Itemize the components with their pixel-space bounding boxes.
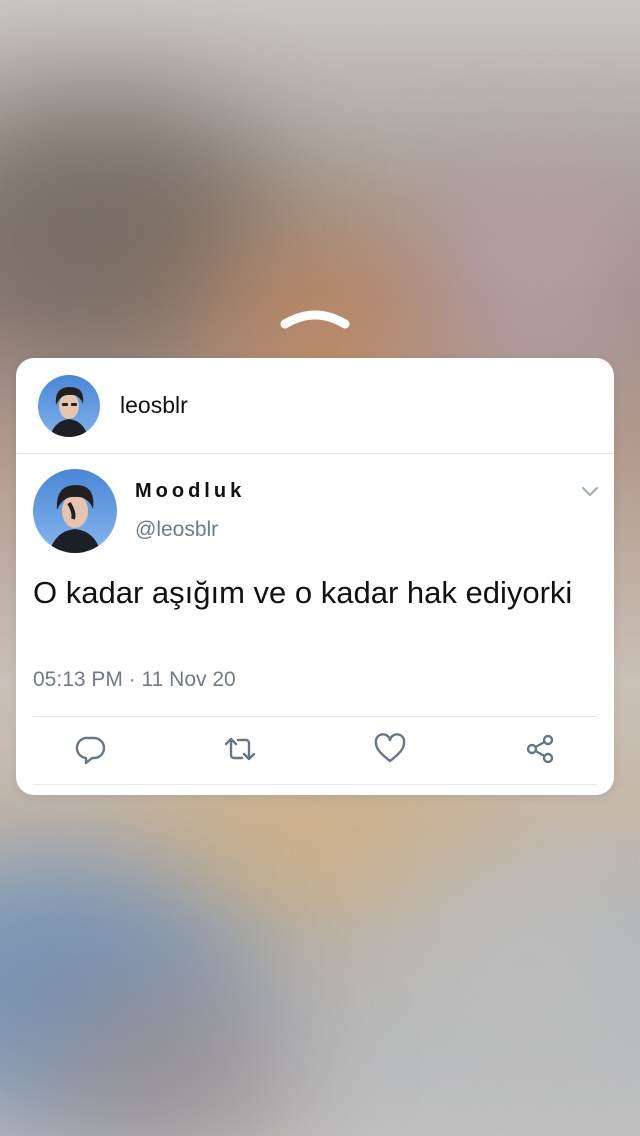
tweet[interactable]: Moodluk @leosblr O kadar aşığım ve o kad… <box>16 454 614 795</box>
divider <box>33 716 597 717</box>
heart-icon <box>374 733 406 763</box>
reply-icon <box>75 736 106 765</box>
peek-preview-card[interactable]: leosblr Moodluk @leosblr O kadar aşığım … <box>16 358 614 795</box>
tweet-timestamp[interactable]: 05:13 PM · 11 Nov 20 <box>33 668 236 692</box>
retweet-icon <box>224 737 256 761</box>
share-button[interactable] <box>520 729 560 769</box>
chevron-down-icon[interactable] <box>580 484 600 498</box>
preview-header: leosblr <box>16 358 614 454</box>
share-icon <box>526 734 554 764</box>
retweet-button[interactable] <box>220 729 260 769</box>
tweet-avatar[interactable] <box>33 469 117 553</box>
tweet-text: O kadar aşığım ve o kadar hak ediyorki <box>33 575 573 610</box>
bottom-divider <box>33 784 597 785</box>
reply-button[interactable] <box>71 729 111 769</box>
user-handle[interactable]: @leosblr <box>135 518 218 542</box>
header-avatar[interactable] <box>38 375 100 437</box>
like-button[interactable] <box>370 729 410 769</box>
chevron-up-icon[interactable] <box>279 300 351 332</box>
header-username: leosblr <box>120 392 188 418</box>
display-name[interactable]: Moodluk <box>135 480 245 503</box>
